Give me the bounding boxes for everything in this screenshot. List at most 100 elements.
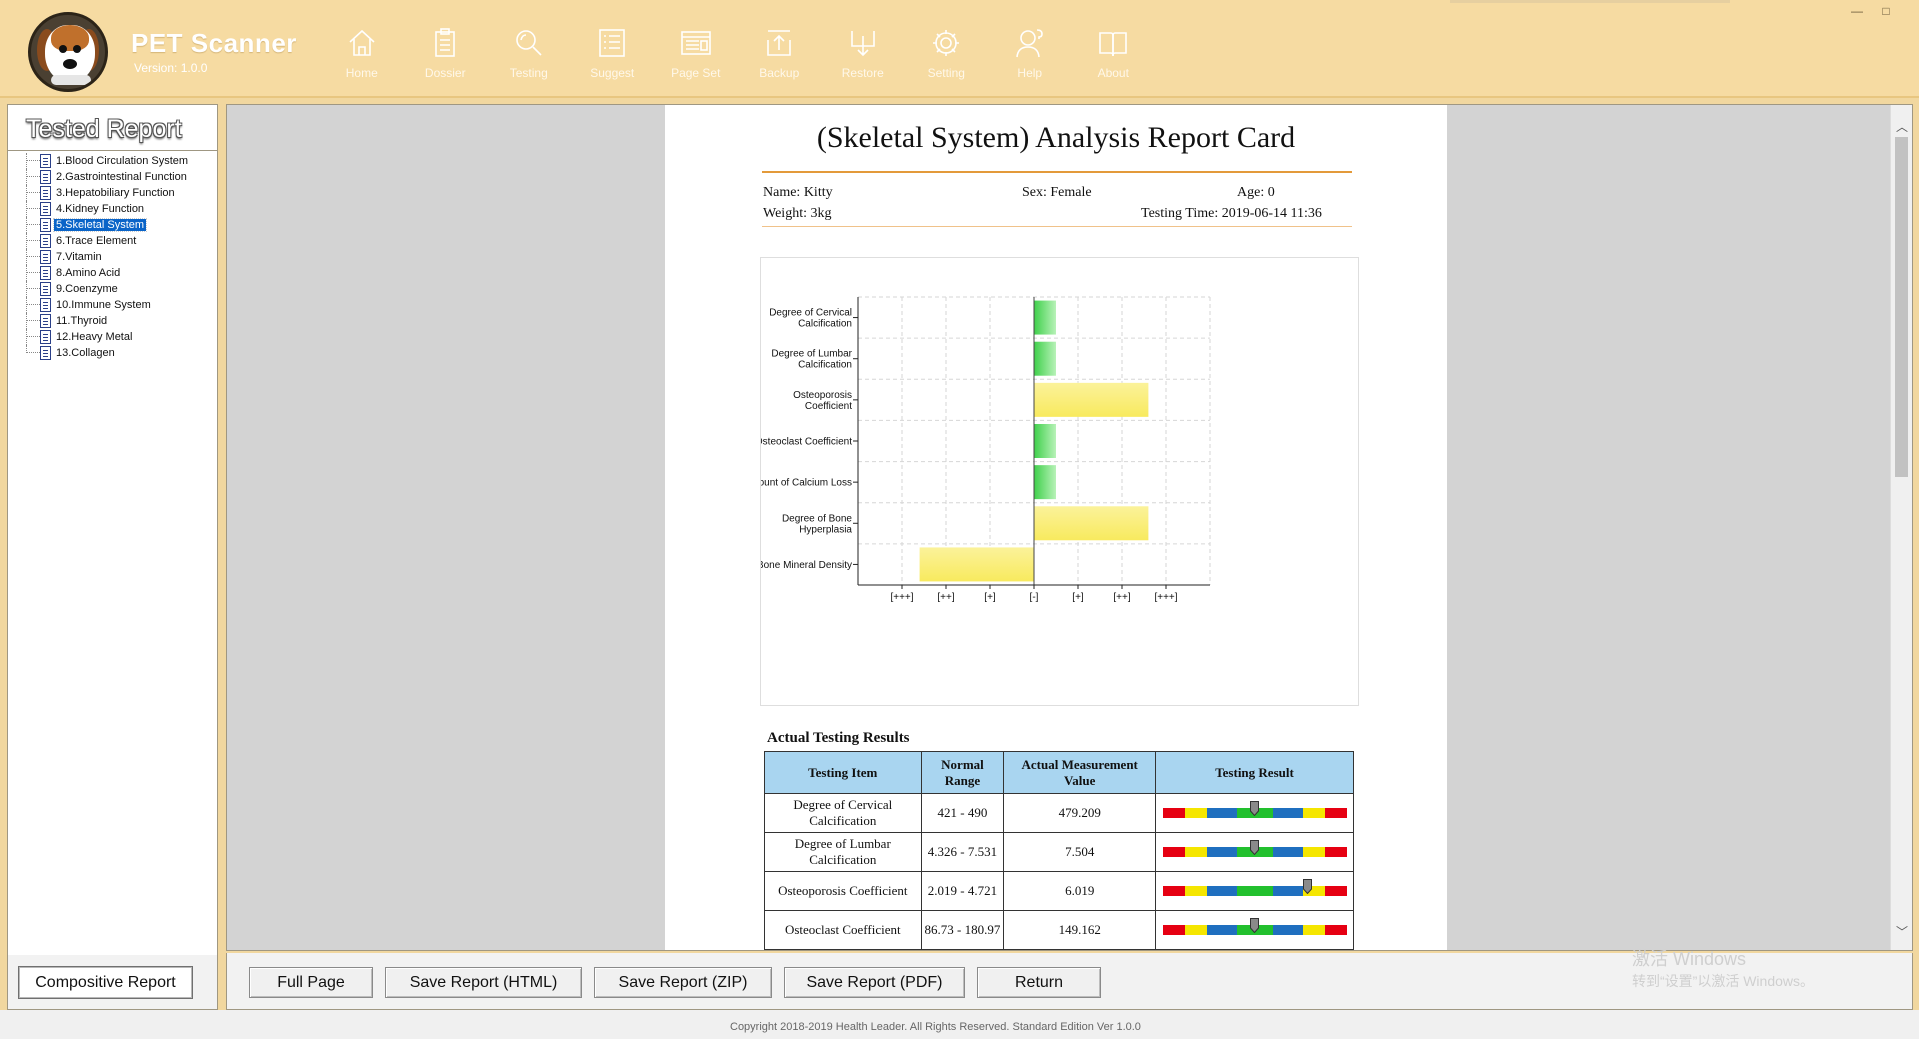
chart-category-label: Amount of Calcium Loss — [761, 478, 852, 489]
toolbar-dossier-button[interactable]: Dossier — [404, 22, 488, 92]
main-toolbar: Home Dossier Testing Suggest Page Set Ba… — [320, 22, 1155, 92]
toolbar-home-label: Home — [345, 66, 378, 80]
sidebar-item[interactable]: 2.Gastrointestinal Function — [14, 169, 214, 185]
sidebar-item[interactable]: 4.Kidney Function — [14, 201, 214, 217]
toolbar-backup-button[interactable]: Backup — [738, 22, 822, 92]
document-icon — [40, 250, 51, 264]
window-edge-shadow — [1450, 0, 1730, 3]
cell-item: Degree of Lumbar Calcification — [764, 832, 922, 872]
document-icon — [40, 314, 51, 328]
cell-value: 149.162 — [1003, 910, 1157, 950]
sidebar-item[interactable]: 3.Hepatobiliary Function — [14, 185, 214, 201]
chart-category-label: Osteoporosis Coefficient — [793, 390, 852, 412]
cell-result — [1155, 832, 1354, 872]
sidebar-item-label: 1.Blood Circulation System — [56, 155, 189, 167]
gauge-pointer-icon — [1250, 918, 1259, 933]
document-icon — [40, 330, 51, 344]
header-testing-item: Testing Item — [764, 751, 922, 794]
document-icon — [40, 346, 51, 360]
gauge-pointer-icon — [1303, 879, 1313, 894]
patient-sex: Sex: Female — [1022, 185, 1092, 200]
table-row: Osteoclast Coefficient 86.73 - 180.97 149.… — [764, 910, 1354, 950]
window-maximize-button[interactable]: □ — [1875, 4, 1897, 18]
sidebar-item[interactable]: 5.Skeletal System — [14, 217, 214, 233]
cell-range: 86.73 - 180.97 — [920, 910, 1005, 950]
app-header: PET Scanner Version: 1.0.0 Home Dossier … — [0, 0, 1919, 98]
chart-x-tick-label: [-] — [1030, 592, 1039, 603]
sidebar-item[interactable]: 1.Blood Circulation System — [14, 153, 214, 169]
toolbar-help-label: Help — [1017, 66, 1043, 80]
save-pdf-button[interactable]: Save Report (PDF) — [784, 967, 965, 998]
report-tree: 1.Blood Circulation System 2.Gastrointest… — [14, 153, 214, 360]
sidebar-item[interactable]: 6.Trace Element — [14, 233, 214, 249]
testing-time: Testing Time: 2019-06-14 11:36 — [1141, 206, 1322, 221]
cell-result — [1155, 871, 1354, 911]
sidebar-item[interactable]: 8.Amino Acid — [14, 265, 214, 281]
footer: Copyright 2018-2019 Health Leader. All R… — [0, 1010, 1919, 1039]
result-gauge — [1162, 801, 1347, 820]
activation-watermark-title: 激活 Windows — [1632, 949, 1747, 969]
sidebar-item[interactable]: 10.Immune System — [14, 297, 214, 313]
chart-x-tick-label: [+] — [984, 592, 996, 603]
toolbar-home-button[interactable]: Home — [320, 22, 404, 92]
title-divider — [762, 171, 1352, 173]
sidebar-item-label: 10.Immune System — [56, 299, 151, 311]
document-icon — [40, 298, 51, 312]
chart-bar — [1034, 506, 1149, 541]
full-page-button[interactable]: Full Page — [249, 967, 373, 998]
sidebar-item-label: 6.Trace Element — [56, 235, 137, 247]
chart-x-tick-label: [++] — [1113, 592, 1130, 603]
document-icon — [40, 202, 51, 216]
results-section-title: Actual Testing Results — [767, 730, 910, 746]
activation-watermark-subtitle: 转到“设置”以激活 Windows。 — [1632, 973, 1815, 989]
app-title: PET Scanner — [131, 28, 297, 58]
report-viewer: (Skeletal System) Analysis Report Card N… — [226, 104, 1913, 951]
return-button[interactable]: Return — [977, 967, 1101, 998]
toolbar-help-button[interactable]: Help — [988, 22, 1072, 92]
sidebar-item-label: 3.Hepatobiliary Function — [56, 187, 175, 199]
chart-bar — [1034, 382, 1149, 417]
scroll-down-arrow-icon[interactable]: ﹀ — [1896, 926, 1908, 938]
window-minimize-button[interactable]: — — [1846, 4, 1868, 18]
home-icon — [349, 29, 375, 56]
sidebar-item[interactable]: 9.Coenzyme — [14, 281, 214, 297]
tested-report-panel: Tested Report 1.Blood Circulation System… — [7, 104, 218, 956]
results-header-row: Testing Item Normal Range Actual Measure… — [764, 751, 1354, 794]
sidebar-item-label: 11.Thyroid — [56, 315, 108, 327]
dog-logo-icon — [28, 12, 108, 92]
vertical-scrollbar[interactable]: ︿ ﹀ — [1890, 105, 1912, 950]
scroll-up-arrow-icon[interactable]: ︿ — [1896, 121, 1908, 133]
chart-category-label: Bone Mineral Density — [761, 560, 852, 571]
sidebar-item[interactable]: 7.Vitamin — [14, 249, 214, 265]
header-actual-value: Actual Measurement Value — [1003, 751, 1157, 794]
results-table: Testing Item Normal Range Actual Measure… — [764, 751, 1354, 950]
document-icon — [40, 218, 51, 232]
toolbar-suggest-button[interactable]: Suggest — [571, 22, 655, 92]
scroll-thumb[interactable] — [1895, 137, 1908, 477]
sidebar-item[interactable]: 13.Collagen — [14, 345, 214, 361]
upload-icon — [767, 30, 792, 56]
toolbar-restore-button[interactable]: Restore — [821, 22, 905, 92]
result-gauge — [1162, 918, 1347, 937]
chart-x-tick-label: [+] — [1072, 592, 1084, 603]
compositive-report-button[interactable]: Compositive Report — [18, 966, 193, 999]
sidebar-item[interactable]: 11.Thyroid — [14, 313, 214, 329]
patient-name: Name: Kitty — [763, 185, 833, 200]
panel-title-text: Tested Report — [26, 115, 182, 143]
sidebar-item[interactable]: 12.Heavy Metal — [14, 329, 214, 345]
toolbar-testing-label: Testing — [509, 66, 548, 80]
chart-bar — [919, 547, 1034, 582]
toolbar-setting-button[interactable]: Setting — [905, 22, 989, 92]
toolbar-page-set-button[interactable]: Page Set — [654, 22, 738, 92]
toolbar-about-button[interactable]: About — [1072, 22, 1156, 92]
header-normal-range: Normal Range — [920, 751, 1005, 794]
sidebar-item-label: 12.Heavy Metal — [56, 331, 133, 343]
cell-result — [1155, 910, 1354, 950]
toolbar-testing-button[interactable]: Testing — [487, 22, 571, 92]
chart-x-tick-label: [++] — [937, 592, 954, 603]
table-row: Degree of Lumbar Calcification 4.326 - 7.… — [764, 832, 1354, 872]
user-help-icon — [1015, 29, 1043, 58]
document-icon — [40, 170, 51, 184]
save-html-button[interactable]: Save Report (HTML) — [385, 967, 582, 998]
save-zip-button[interactable]: Save Report (ZIP) — [594, 967, 772, 998]
